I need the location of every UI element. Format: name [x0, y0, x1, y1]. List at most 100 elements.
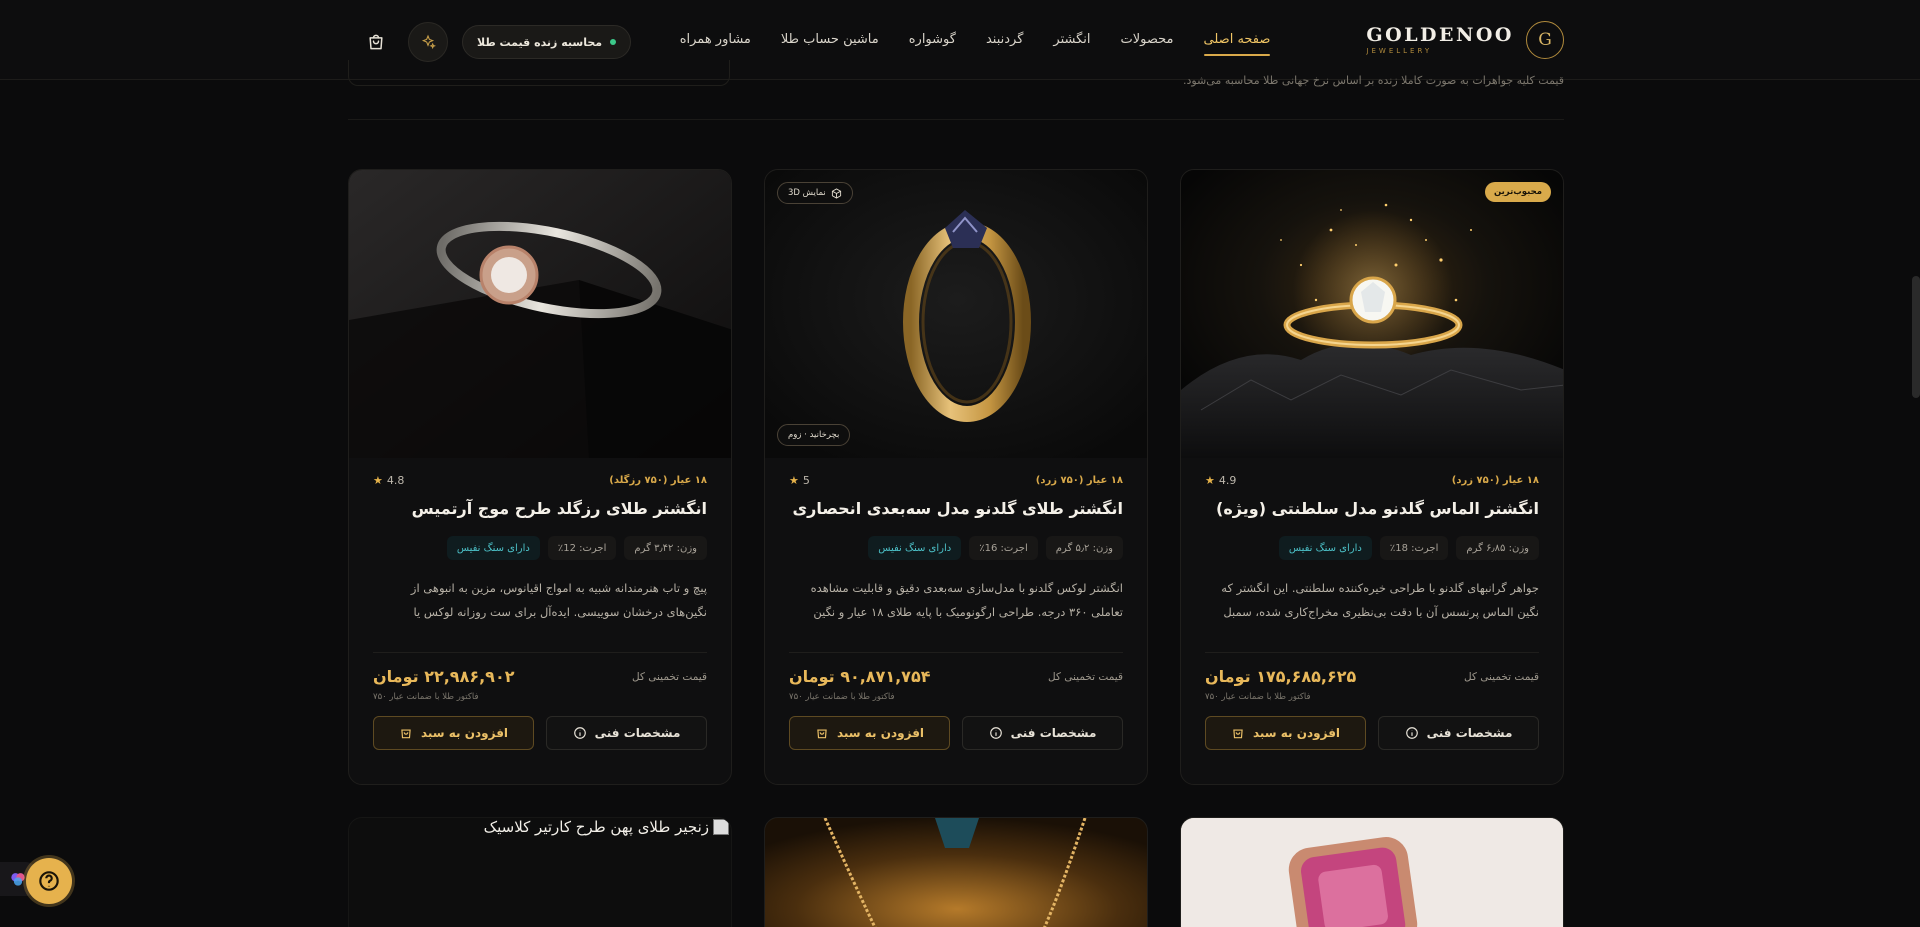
card-actions: مشخصات فنی افزودن به سبد — [1205, 716, 1539, 750]
cart-icon — [1233, 729, 1243, 739]
brand-monogram: G — [1526, 21, 1564, 59]
product-body: ۱۸ عیار (۷۵۰ زرد) ★ 5 انگشتر طلای گلدنو م… — [789, 470, 1123, 750]
price-row: قیمت تخمینی کل ۲۲,۹۸۶,۹۰۲ تومان — [373, 667, 707, 686]
add-to-cart-button[interactable]: افزودن به سبد — [373, 716, 534, 750]
info-icon — [1405, 727, 1418, 739]
product-card[interactable] — [1180, 817, 1564, 927]
specs-button[interactable]: مشخصات فنی — [1378, 716, 1539, 750]
product-description: جواهر گرانبهای گلدنو با طراحی خیره‌کننده… — [1221, 581, 1539, 619]
divider — [373, 652, 707, 653]
specs-button[interactable]: مشخصات فنی — [962, 716, 1123, 750]
product-image[interactable] — [349, 170, 731, 458]
cube-icon — [831, 187, 841, 199]
price-note: فاکتور طلا با ضمانت عیار ۷۵۰ — [1205, 692, 1311, 702]
product-meta: ۱۸ عیار (۷۵۰ زرد) ★ 5 — [789, 470, 1123, 490]
product-card[interactable] — [764, 817, 1148, 927]
help-chat-button[interactable] — [26, 858, 72, 904]
wage-chip: اجرت: 18٪ — [1379, 536, 1449, 560]
section-divider — [348, 119, 1564, 120]
specs-label: مشخصات فنی — [1010, 726, 1097, 740]
price-note: فاکتور طلا با ضمانت عیار ۷۵۰ — [789, 692, 895, 702]
nav-earrings[interactable]: گوشواره — [909, 0, 956, 80]
karat-label: ۱۸ عیار (۷۵۰ زرد) — [1035, 474, 1123, 486]
rating: ★ 4.8 — [373, 474, 404, 487]
price-row: قیمت تخمینی کل ۱۷۵,۶۸۵,۶۲۵ تومان — [1205, 667, 1539, 686]
gemstone-chip: دارای سنگ نفیس — [446, 536, 540, 560]
weight-chip: وزن: ۳٫۴۲ گرم — [624, 536, 707, 560]
nav-home[interactable]: صفحه اصلی — [1203, 0, 1270, 80]
product-image[interactable]: محبوب‌ترین — [1181, 170, 1563, 458]
add-to-cart-button[interactable]: افزودن به سبد — [789, 716, 950, 750]
price-label: قیمت تخمینی کل — [1463, 670, 1539, 683]
price-row: قیمت تخمینی کل ۹۰,۸۷۱,۷۵۴ تومان — [789, 667, 1123, 686]
nav-gold-calculator[interactable]: ماشین حساب طلا — [781, 0, 879, 80]
rotate-zoom-hint: بچرخانید · زوم — [777, 424, 851, 446]
product-chips: وزن: ۵٫۲ گرم اجرت: 16٪ دارای سنگ نفیس — [789, 536, 1123, 560]
brand-subtitle: JEWELLERY — [1366, 47, 1433, 55]
product-title[interactable]: انگشتر الماس گلدنو مدل سلطنتی (ویژه) — [1205, 498, 1539, 520]
divider — [789, 652, 1123, 653]
add-to-cart-label: افزودن به سبد — [420, 726, 509, 740]
price-note: فاکتور طلا با ضمانت عیار ۷۵۰ — [373, 692, 479, 702]
previous-section-text: قیمت کلیه جواهرات به صورت کاملا زنده بر … — [1182, 74, 1564, 87]
weight-chip: وزن: ۶٫۸۵ گرم — [1456, 536, 1539, 560]
product-card[interactable]: محبوب‌ترین ۱۸ عیار (۷۵۰ زرد) ★ 4.9 انگشتر… — [1180, 169, 1564, 785]
gemstone-chip: دارای سنگ نفیس — [868, 536, 962, 560]
ai-sparkle-button[interactable] — [408, 22, 448, 62]
rating: ★ 5 — [789, 474, 810, 487]
gemstone-chip: دارای سنگ نفیس — [1278, 536, 1372, 560]
product-meta: ۱۸ عیار (۷۵۰ زرد) ★ 4.9 — [1205, 470, 1539, 490]
card-actions: مشخصات فنی افزودن به سبد — [373, 716, 707, 750]
product-meta: ۱۸ عیار (۷۵۰ رزگلد) ★ 4.8 — [373, 470, 707, 490]
price-value: ۲۲,۹۸۶,۹۰۲ تومان — [373, 667, 515, 686]
product-description: پیچ و تاب هنرمندانه شبیه به امواج اقیانو… — [410, 581, 707, 619]
product-title[interactable]: انگشتر طلای گلدنو مدل سه‌بعدی انحصاری — [789, 498, 1124, 520]
nav-products[interactable]: محصولات — [1121, 0, 1174, 80]
rating-value: 4.9 — [1218, 473, 1237, 487]
info-icon — [989, 727, 1002, 739]
rating-value: 5 — [802, 473, 810, 487]
diamond-ring-image — [1181, 170, 1563, 458]
star-icon: ★ — [789, 473, 799, 487]
product-chips: وزن: ۳٫۴۲ گرم اجرت: 12٪ دارای سنگ نفیس — [373, 536, 707, 560]
product-title[interactable]: انگشتر طلای رزگلد طرح موج آرتمیس — [373, 498, 707, 520]
3d-view-badge[interactable]: نمایش 3D — [777, 182, 853, 204]
wage-chip: اجرت: 12٪ — [547, 536, 617, 560]
live-gold-price-button[interactable]: محاسبه زنده قیمت طلا — [462, 25, 632, 59]
main-menu: صفحه اصلی محصولات انگشتر گردنبند گوشواره… — [680, 0, 1270, 80]
product-body: ۱۸ عیار (۷۵۰ زرد) ★ 4.9 انگشتر الماس گلدن… — [1205, 470, 1539, 750]
gold-ring-3d-image — [765, 170, 1147, 458]
nav-necklaces[interactable]: گردنبند — [986, 0, 1023, 80]
product-card[interactable]: نمایش 3D بچرخانید · زوم ۱۸ عیار (۷۵۰ زرد… — [764, 169, 1148, 785]
page-scrollbar[interactable] — [1912, 276, 1920, 398]
rating: ★ 4.9 — [1205, 474, 1236, 487]
product-image-3d-viewer[interactable]: نمایش 3D بچرخانید · زوم — [765, 170, 1147, 458]
karat-label: ۱۸ عیار (۷۵۰ زرد) — [1451, 474, 1539, 486]
cart-icon — [369, 34, 383, 50]
cart-icon — [817, 729, 827, 739]
specs-label: مشخصات فنی — [1426, 726, 1513, 740]
brain-icon — [11, 873, 25, 886]
product-card[interactable]: زنجیر طلای پهن طرح کارتیر کلاسیک — [348, 817, 732, 927]
nav-rings[interactable]: انگشتر — [1053, 0, 1090, 80]
star-icon: ★ — [1205, 473, 1215, 487]
card-actions: مشخصات فنی افزودن به سبد — [789, 716, 1123, 750]
previous-section-box — [348, 60, 730, 86]
nav-actions: محاسبه زنده قیمت طلا — [358, 22, 632, 62]
add-to-cart-button[interactable]: افزودن به سبد — [1205, 716, 1366, 750]
cart-button[interactable] — [358, 24, 394, 60]
specs-button[interactable]: مشخصات فنی — [546, 716, 707, 750]
price-value: ۱۷۵,۶۸۵,۶۲۵ تومان — [1205, 667, 1357, 686]
broken-image-icon — [713, 819, 729, 835]
product-card[interactable]: ۱۸ عیار (۷۵۰ رزگلد) ★ 4.8 انگشتر طلای رزگ… — [348, 169, 732, 785]
broken-product-image: زنجیر طلای پهن طرح کارتیر کلاسیک — [482, 818, 731, 836]
brand-logo[interactable]: G GOLDENOO JEWELLERY — [1366, 21, 1564, 59]
divider — [1205, 652, 1539, 653]
karat-label: ۱۸ عیار (۷۵۰ رزگلد) — [609, 474, 707, 486]
brand-wordmark: GOLDENOO JEWELLERY — [1366, 25, 1514, 55]
add-to-cart-label: افزودن به سبد — [836, 726, 925, 740]
top-navbar: G GOLDENOO JEWELLERY صفحه اصلی محصولات ا… — [0, 0, 1920, 80]
star-icon: ★ — [373, 473, 383, 487]
price-label: قیمت تخمینی کل — [631, 670, 707, 683]
pink-gem-ring-image — [1181, 818, 1563, 927]
